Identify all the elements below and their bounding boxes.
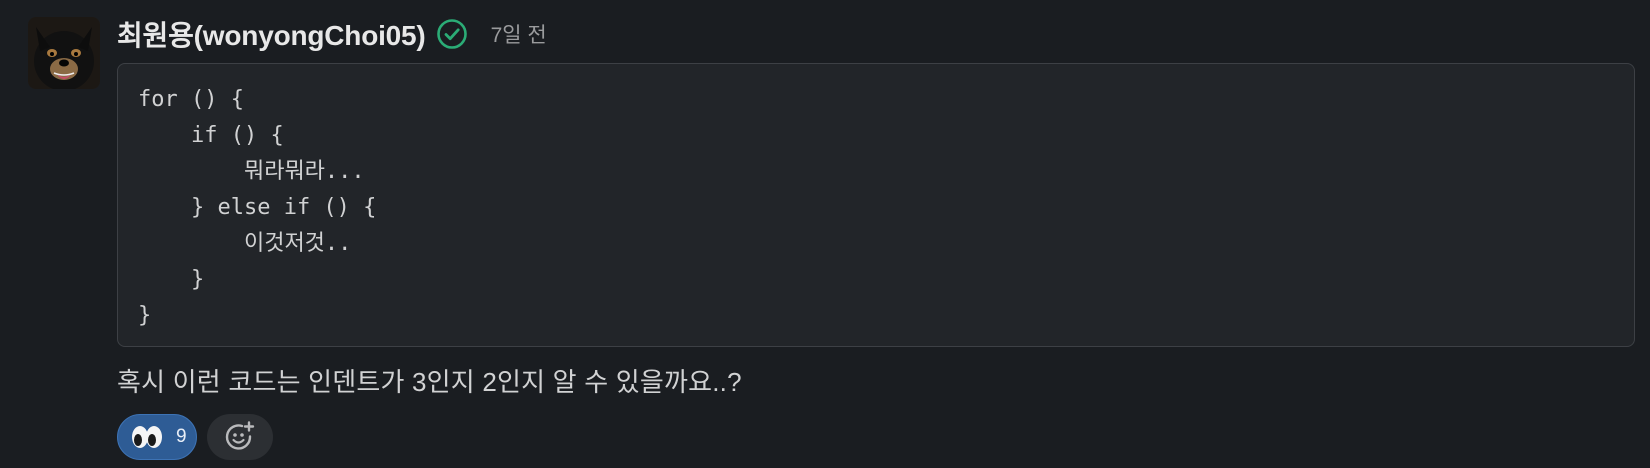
author-name[interactable]: 최원용(wonyongChoi05) <box>117 14 426 54</box>
reactions-bar: 9 <box>117 414 273 460</box>
code-line: if () { <box>138 123 284 148</box>
code-line: 이것저것.. <box>138 231 352 256</box>
add-reaction-icon <box>223 420 257 454</box>
message: 최원용(wonyongChoi05) 7일 전 for () { if () {… <box>0 0 1650 468</box>
code-line: } <box>138 267 205 292</box>
message-header: 최원용(wonyongChoi05) 7일 전 <box>117 14 547 54</box>
add-reaction-button[interactable] <box>207 414 273 460</box>
dog-avatar-image <box>28 17 100 89</box>
code-line: } <box>138 303 152 328</box>
code-line: } else if () { <box>138 195 377 220</box>
code-line: 뭐라뭐라... <box>138 159 365 184</box>
timestamp[interactable]: 7일 전 <box>491 19 547 49</box>
check-circle-icon <box>436 18 468 50</box>
code-block: for () { if () { 뭐라뭐라... } else if () { … <box>117 63 1635 347</box>
reaction-eyes-button[interactable]: 9 <box>117 414 197 460</box>
reaction-count: 9 <box>176 426 187 447</box>
eyes-icon <box>130 425 164 449</box>
code-line: for () { <box>138 87 244 112</box>
message-text: 혹시 이런 코드는 인덴트가 3인지 2인지 알 수 있을까요..? <box>117 367 742 397</box>
avatar[interactable] <box>28 17 100 89</box>
